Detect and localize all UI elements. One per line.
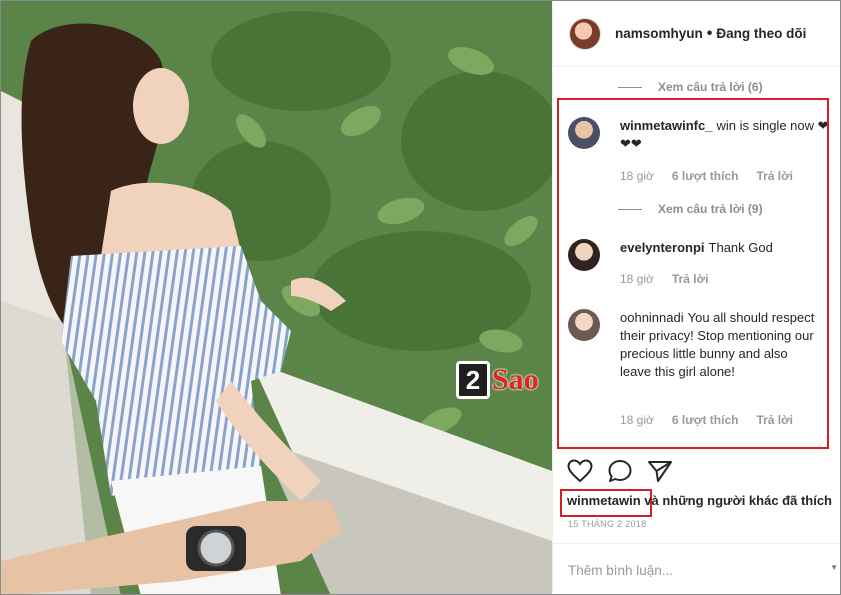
post-date: 15 THÁNG 2 2018 bbox=[568, 519, 647, 529]
post-header: namsomhyun • Đang theo dõi bbox=[553, 1, 840, 67]
photo-illustration bbox=[1, 1, 552, 594]
post-actions bbox=[567, 459, 673, 483]
replies-line bbox=[618, 86, 642, 88]
view-replies-toggle[interactable]: Xem câu trả lời (6) bbox=[618, 80, 763, 94]
post-photo[interactable]: 2 Sao bbox=[1, 1, 552, 594]
header-separator: • bbox=[706, 24, 713, 42]
highlight-box-comments bbox=[557, 98, 829, 449]
likes-summary-text[interactable]: và những người khác đã thích bbox=[641, 493, 832, 508]
add-comment-placeholder: Thêm bình luận... bbox=[568, 562, 674, 578]
view-replies-label: Xem câu trả lời (6) bbox=[658, 80, 763, 94]
likes-summary: winmetawin và những người khác đã thích bbox=[567, 493, 832, 508]
liker-username[interactable]: winmetawin bbox=[567, 493, 641, 508]
comment-icon[interactable] bbox=[607, 459, 633, 483]
watermark-text: Sao bbox=[492, 363, 539, 396]
share-icon[interactable] bbox=[647, 459, 673, 483]
scroll-down-arrow[interactable]: ▼ bbox=[830, 563, 838, 572]
author-username[interactable]: namsomhyun bbox=[615, 26, 703, 41]
heart-icon[interactable] bbox=[567, 459, 593, 483]
follow-status-button[interactable]: Đang theo dõi bbox=[716, 26, 806, 41]
screenshot-frame: 2 Sao namsomhyun • Đang theo dõi Xem câu… bbox=[0, 0, 841, 595]
author-avatar[interactable] bbox=[569, 17, 601, 50]
watermark-logo: 2 Sao bbox=[456, 361, 539, 399]
add-comment-input[interactable]: Thêm bình luận... bbox=[552, 543, 840, 594]
watermark-badge: 2 bbox=[456, 361, 490, 399]
